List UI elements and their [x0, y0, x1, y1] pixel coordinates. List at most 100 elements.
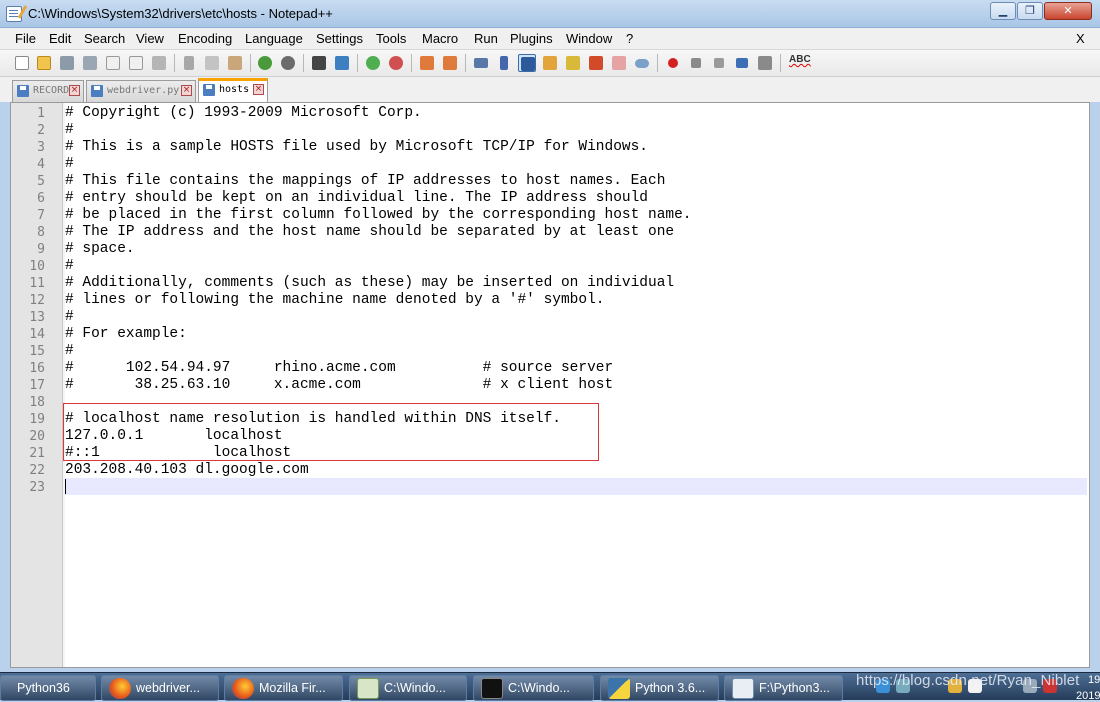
stop-macro-icon[interactable]: [687, 54, 705, 72]
code-line[interactable]: #: [65, 309, 74, 326]
tab-label: hosts: [219, 84, 250, 95]
line-number: 6: [37, 191, 45, 206]
minimize-button[interactable]: ▁: [990, 2, 1016, 20]
code-line[interactable]: # space.: [65, 241, 135, 258]
save-macro-icon[interactable]: [756, 54, 774, 72]
code-line[interactable]: # Copyright (c) 1993-2009 Microsoft Corp…: [65, 105, 422, 122]
code-line[interactable]: # This is a sample HOSTS file used by Mi…: [65, 139, 648, 156]
menu-edit[interactable]: Edit: [49, 31, 71, 46]
tab-close-icon[interactable]: ×: [69, 85, 80, 96]
menu-encoding[interactable]: Encoding: [178, 31, 232, 46]
code-line[interactable]: #: [65, 258, 74, 275]
open-file-icon[interactable]: [35, 54, 53, 72]
sync-horizontal-icon[interactable]: [441, 54, 459, 72]
menu-macro-label: Macro: [422, 31, 459, 46]
taskbar-item-python36[interactable]: Python36: [0, 675, 96, 701]
tab-record[interactable]: RECORD ×: [12, 80, 84, 102]
code-line[interactable]: #: [65, 343, 74, 360]
editor[interactable]: 1 2 3 4 5 6 7 8 9 10 11 12 13 14 15 16 1…: [10, 102, 1090, 668]
menu-help-label: ?: [626, 31, 634, 46]
tab-close-icon[interactable]: ×: [253, 84, 264, 95]
monitoring-icon[interactable]: [610, 54, 628, 72]
taskbar-item-python-idle[interactable]: Python 3.6...: [600, 675, 719, 701]
zoom-in-icon[interactable]: [364, 54, 382, 72]
code-line[interactable]: # 38.25.63.10 x.acme.com # x client host: [65, 377, 613, 394]
code-line[interactable]: # lines or following the machine name de…: [65, 292, 605, 309]
menu-file[interactable]: File: [15, 31, 36, 46]
code-line[interactable]: # This file contains the mappings of IP …: [65, 173, 665, 190]
redo-icon[interactable]: [279, 54, 297, 72]
code-line[interactable]: # 102.54.94.97 rhino.acme.com # source s…: [65, 360, 613, 377]
menu-language[interactable]: Language: [245, 31, 303, 46]
sync-vertical-icon[interactable]: [418, 54, 436, 72]
close-window-button[interactable]: ✕: [1044, 2, 1092, 20]
save-all-icon[interactable]: [81, 54, 99, 72]
line-number: 15: [29, 344, 45, 359]
new-file-icon[interactable]: [13, 54, 31, 72]
taskbar-item-explorer[interactable]: F:\Python3...: [724, 675, 843, 701]
firefox-icon: [232, 678, 254, 699]
word-wrap-icon[interactable]: [472, 54, 490, 72]
replace-icon[interactable]: [333, 54, 351, 72]
menu-run[interactable]: Run: [474, 31, 498, 46]
eye-icon[interactable]: [633, 54, 651, 72]
copy-icon[interactable]: [203, 54, 221, 72]
line-number: 22: [29, 463, 45, 478]
record-macro-icon[interactable]: [664, 54, 682, 72]
code-line[interactable]: # Additionally, comments (such as these)…: [65, 275, 674, 292]
menu-view[interactable]: View: [136, 31, 164, 46]
code-line[interactable]: # entry should be kept on an individual …: [65, 190, 648, 207]
zoom-out-icon[interactable]: [387, 54, 405, 72]
close-icon[interactable]: [104, 54, 122, 72]
maximize-button[interactable]: ❐: [1017, 2, 1043, 20]
code-line[interactable]: #: [65, 122, 74, 139]
menu-settings[interactable]: Settings: [316, 31, 363, 46]
menu-window-label: Window: [566, 31, 613, 46]
firefox-icon: [109, 678, 131, 699]
indent-guide-icon[interactable]: [518, 54, 536, 72]
cut-icon[interactable]: [180, 54, 198, 72]
code-line[interactable]: # be placed in the first column followed…: [65, 207, 692, 224]
code-line[interactable]: 203.208.40.103 dl.google.com: [65, 462, 309, 479]
play-macro-icon[interactable]: [710, 54, 728, 72]
clock-date[interactable]: 2019: [1076, 690, 1100, 702]
menu-tools[interactable]: Tools: [376, 31, 406, 46]
code-line[interactable]: # The IP address and the host name shoul…: [65, 224, 674, 241]
tab-close-icon[interactable]: ×: [181, 85, 192, 96]
find-icon[interactable]: [310, 54, 328, 72]
taskbar-item-webdriver[interactable]: webdriver...: [101, 675, 219, 701]
folder-workspace-icon[interactable]: [587, 54, 605, 72]
saved-file-icon: [203, 84, 215, 96]
show-all-chars-icon[interactable]: [495, 54, 513, 72]
line-number: 12: [29, 293, 45, 308]
spellcheck-icon[interactable]: ABC: [789, 54, 811, 65]
document-map-icon[interactable]: [541, 54, 559, 72]
notepad-plus-plus-icon[interactable]: [6, 6, 22, 22]
menu-macro[interactable]: Macro: [422, 31, 458, 46]
code-line[interactable]: # For example:: [65, 326, 187, 343]
line-number: 19: [29, 412, 45, 427]
menu-plugins[interactable]: Plugins: [510, 31, 553, 46]
menu-search-label: Search: [84, 31, 126, 46]
clock-time[interactable]: 19: [1088, 674, 1100, 686]
taskbar-item-firefox[interactable]: Mozilla Fir...: [224, 675, 343, 701]
save-icon[interactable]: [58, 54, 76, 72]
paste-icon[interactable]: [226, 54, 244, 72]
tab-webdriver[interactable]: webdriver.py ×: [86, 80, 196, 102]
close-all-icon[interactable]: [127, 54, 145, 72]
taskbar-item-notepad[interactable]: C:\Windo...: [349, 675, 467, 701]
run-macro-multiple-icon[interactable]: [733, 54, 751, 72]
taskbar-item-command-prompt[interactable]: C:\Windo...: [473, 675, 594, 701]
undo-icon[interactable]: [256, 54, 274, 72]
menu-plugins-label: Plugins: [510, 31, 553, 46]
menu-search[interactable]: Search: [84, 31, 125, 46]
print-icon[interactable]: [150, 54, 168, 72]
function-list-icon[interactable]: [564, 54, 582, 72]
code-line[interactable]: #: [65, 156, 74, 173]
menu-help[interactable]: ?: [626, 31, 633, 46]
menu-window[interactable]: Window: [566, 31, 612, 46]
taskbar-item-label: Mozilla Fir...: [259, 681, 326, 695]
close-document-button[interactable]: X: [1076, 31, 1085, 46]
tab-hosts[interactable]: hosts ×: [198, 78, 268, 102]
menu-file-label: File: [15, 31, 36, 46]
